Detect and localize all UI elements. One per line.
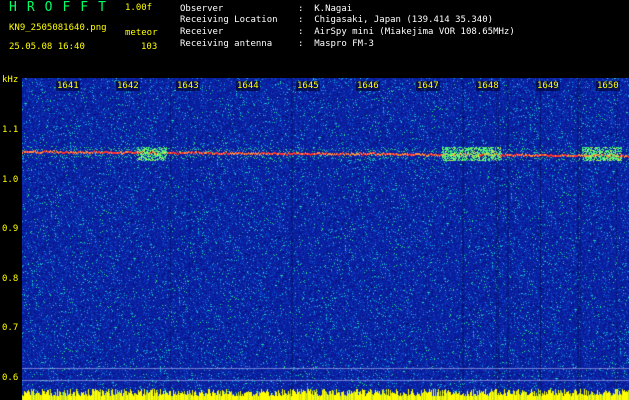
x-tick-1645: 1645 [296, 81, 320, 91]
y-tick-1.1: 1.1 [2, 125, 19, 135]
y-tick-0.8: 0.8 [2, 274, 19, 284]
spectrogram [22, 78, 629, 400]
x-tick-1649: 1649 [536, 81, 560, 91]
x-tick-1646: 1646 [356, 81, 380, 91]
observer-label: Observer [180, 4, 224, 14]
y-tick-1.0: 1.0 [2, 175, 19, 185]
y-axis-unit: kHz [2, 75, 19, 85]
mode-label: meteor [125, 28, 158, 38]
x-tick-1642: 1642 [116, 81, 140, 91]
version-label: 1.00f [125, 3, 153, 13]
y-tick-0.6: 0.6 [2, 373, 19, 383]
receiver-label: Receiver [180, 27, 224, 37]
y-tick-0.9: 0.9 [2, 224, 19, 234]
app-title: HROFFT [9, 0, 116, 15]
filename-label: KN9_2505081640.png [9, 23, 107, 33]
observer-value: : K.Nagai [298, 4, 353, 14]
location-label: Receiving Location [180, 15, 278, 25]
x-tick-1641: 1641 [56, 81, 80, 91]
datetime-label: 25.05.08 16:40 [9, 42, 85, 52]
receiver-value: : AirSpy mini (Miakejima VOR 108.65MHz) [298, 27, 515, 37]
y-tick-0.7: 0.7 [2, 323, 19, 333]
x-tick-1648: 1648 [476, 81, 500, 91]
x-tick-1647: 1647 [416, 81, 440, 91]
antenna-label: Receiving antenna [180, 39, 273, 49]
x-tick-1643: 1643 [176, 81, 200, 91]
spectrogram-canvas [22, 78, 629, 400]
hrofft-window: HROFFT 1.00f KN9_2505081640.png meteor 2… [0, 0, 629, 400]
count-label: 103 [141, 42, 158, 52]
x-tick-1650: 1650 [596, 81, 620, 91]
x-tick-1644: 1644 [236, 81, 260, 91]
antenna-value: : Maspro FM-3 [298, 39, 374, 49]
location-value: : Chigasaki, Japan (139.414 35.340) [298, 15, 494, 25]
